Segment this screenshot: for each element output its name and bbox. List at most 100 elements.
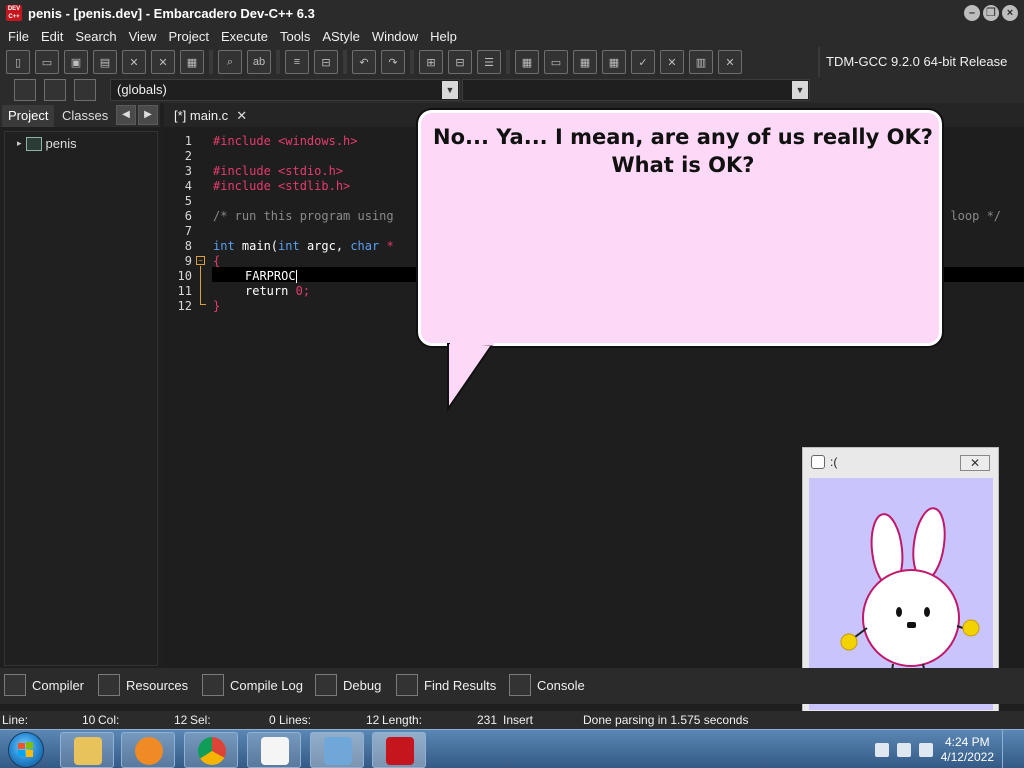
tab-classes[interactable]: Classes bbox=[56, 105, 114, 127]
close-file-button[interactable]: ✕ bbox=[122, 50, 146, 74]
status-length-value: 231 bbox=[477, 713, 498, 727]
expand-icon[interactable]: ▸ bbox=[17, 138, 22, 149]
indent-button[interactable]: ≡ bbox=[285, 50, 309, 74]
menu-file[interactable]: File bbox=[2, 29, 35, 44]
taskbar-file-explorer[interactable] bbox=[60, 732, 114, 768]
chrome-icon bbox=[198, 737, 226, 765]
code-token: main( bbox=[234, 239, 279, 253]
remove-from-project-button[interactable]: ⊟ bbox=[448, 50, 472, 74]
menu-window[interactable]: Window bbox=[366, 29, 424, 44]
chevron-down-icon[interactable]: ▼ bbox=[442, 81, 458, 99]
save-all-button[interactable]: ▤ bbox=[93, 50, 117, 74]
redo-button[interactable]: ↷ bbox=[381, 50, 405, 74]
tree-item-penis[interactable]: ▸ penis bbox=[17, 136, 77, 151]
stop-execution-button[interactable]: ✕ bbox=[660, 50, 684, 74]
tab-label: Debug bbox=[343, 677, 382, 693]
scope-combo[interactable]: (globals) ▼ bbox=[110, 79, 460, 101]
line-number: 3 bbox=[184, 164, 192, 178]
tab-find-results[interactable]: Find Results bbox=[396, 674, 496, 696]
network-icon[interactable] bbox=[896, 742, 911, 757]
menu-tools[interactable]: Tools bbox=[274, 29, 316, 44]
clock-date: 4/12/2022 bbox=[940, 749, 994, 764]
tab-label: Compiler bbox=[32, 677, 85, 693]
chevron-right-icon[interactable]: ▶ bbox=[138, 105, 158, 125]
compile-button[interactable]: ▦ bbox=[515, 50, 539, 74]
status-line-value: 10 bbox=[82, 713, 96, 727]
close-all-button[interactable]: ✕ bbox=[151, 50, 175, 74]
volume-icon[interactable] bbox=[918, 742, 933, 757]
menu-search[interactable]: Search bbox=[69, 29, 122, 44]
restore-button[interactable]: ❐ bbox=[983, 5, 999, 21]
scope-combo-value: (globals) bbox=[117, 82, 167, 97]
save-button[interactable]: ▣ bbox=[64, 50, 88, 74]
chevron-down-icon[interactable]: ▼ bbox=[792, 81, 808, 99]
action-center-icon[interactable] bbox=[874, 742, 889, 757]
minimize-button[interactable]: – bbox=[964, 5, 980, 21]
project-tree[interactable]: ▸ penis bbox=[4, 131, 158, 666]
open-button[interactable]: ▭ bbox=[35, 50, 59, 74]
tab-resources[interactable]: Resources bbox=[98, 674, 188, 696]
show-desktop-button[interactable] bbox=[1002, 730, 1014, 768]
unindent-button[interactable]: ⊟ bbox=[314, 50, 338, 74]
menu-project[interactable]: Project bbox=[163, 29, 215, 44]
print-button[interactable]: ▦ bbox=[180, 50, 204, 74]
rebuild-all-button[interactable]: ▦ bbox=[602, 50, 626, 74]
delete-profile-button[interactable]: ✕ bbox=[718, 50, 742, 74]
fold-collapse-icon[interactable]: − bbox=[196, 256, 205, 265]
undo-button[interactable]: ↶ bbox=[352, 50, 376, 74]
code-token: ; bbox=[302, 284, 311, 298]
line-number: 2 bbox=[184, 149, 192, 163]
fold-guide-end bbox=[200, 304, 206, 305]
taskbar-media-player[interactable] bbox=[121, 732, 175, 768]
speech-bubble-text: No... Ya... I mean, are any of us really… bbox=[433, 125, 933, 177]
menu-view[interactable]: View bbox=[123, 29, 163, 44]
tab-label: Compile Log bbox=[230, 677, 303, 693]
clock[interactable]: 4:24 PM 4/12/2022 bbox=[941, 735, 994, 765]
chevron-left-icon[interactable]: ◀ bbox=[116, 105, 136, 125]
run-button[interactable]: ▭ bbox=[544, 50, 568, 74]
line-number: 6 bbox=[184, 209, 192, 223]
taskbar-chrome[interactable] bbox=[184, 732, 238, 768]
menu-edit[interactable]: Edit bbox=[35, 29, 69, 44]
project-options-button[interactable]: ☰ bbox=[477, 50, 501, 74]
line-number-gutter: 1 2 3 4 5 6 7 8 9 10 11 12 bbox=[164, 132, 192, 662]
toggle-bookmark-button[interactable] bbox=[44, 79, 66, 101]
taskbar-photo-viewer[interactable] bbox=[310, 732, 364, 768]
tab-debug[interactable]: Debug bbox=[315, 674, 381, 696]
syntax-check-button[interactable]: ✓ bbox=[631, 50, 655, 74]
keyword-return: return bbox=[245, 284, 289, 298]
close-icon[interactable]: ✕ bbox=[236, 105, 247, 127]
bunny-window-titlebar[interactable]: :( ✕ bbox=[803, 448, 998, 476]
check-icon bbox=[315, 674, 337, 696]
menu-help[interactable]: Help bbox=[424, 29, 463, 44]
line-number: 11 bbox=[177, 284, 192, 298]
menu-bar: File Edit Search View Project Execute To… bbox=[0, 26, 1024, 47]
insert-button[interactable] bbox=[14, 79, 36, 101]
taskbar-devcpp[interactable] bbox=[372, 732, 426, 768]
bottom-panel-tabs: Compiler Resources Compile Log Debug Fin… bbox=[0, 668, 1024, 704]
toolbar-separator bbox=[209, 50, 213, 74]
compile-run-button[interactable]: ▦ bbox=[573, 50, 597, 74]
close-button[interactable]: × bbox=[1002, 5, 1018, 21]
toolbar-separator bbox=[506, 50, 510, 74]
close-button[interactable]: ✕ bbox=[960, 455, 990, 471]
new-file-button[interactable]: ▯ bbox=[6, 50, 30, 74]
add-to-project-button[interactable]: ⊞ bbox=[419, 50, 443, 74]
tab-compiler[interactable]: Compiler bbox=[4, 674, 84, 696]
tab-main-c[interactable]: [*] main.c ✕ bbox=[170, 105, 251, 127]
menu-execute[interactable]: Execute bbox=[215, 29, 274, 44]
compiler-profile-select[interactable]: TDM-GCC 9.2.0 64-bit Release bbox=[818, 47, 1007, 77]
tab-project[interactable]: Project bbox=[2, 105, 55, 127]
replace-button[interactable]: ab bbox=[247, 50, 271, 74]
member-combo[interactable]: ▼ bbox=[462, 79, 810, 101]
tab-compile-log[interactable]: Compile Log bbox=[202, 674, 303, 696]
title-bar[interactable]: DEV C++ penis - [penis.dev] - Embarcadero… bbox=[0, 0, 1024, 26]
taskbar-bunny-app[interactable] bbox=[247, 732, 301, 768]
profile-analysis-button[interactable]: ▥ bbox=[689, 50, 713, 74]
goto-bookmark-button[interactable] bbox=[74, 79, 96, 101]
tab-console[interactable]: Console bbox=[509, 674, 585, 696]
find-button[interactable]: ⌕ bbox=[218, 50, 242, 74]
code-token: FARPROC bbox=[245, 269, 296, 283]
menu-astyle[interactable]: AStyle bbox=[316, 29, 366, 44]
line-number: 1 bbox=[184, 134, 192, 148]
